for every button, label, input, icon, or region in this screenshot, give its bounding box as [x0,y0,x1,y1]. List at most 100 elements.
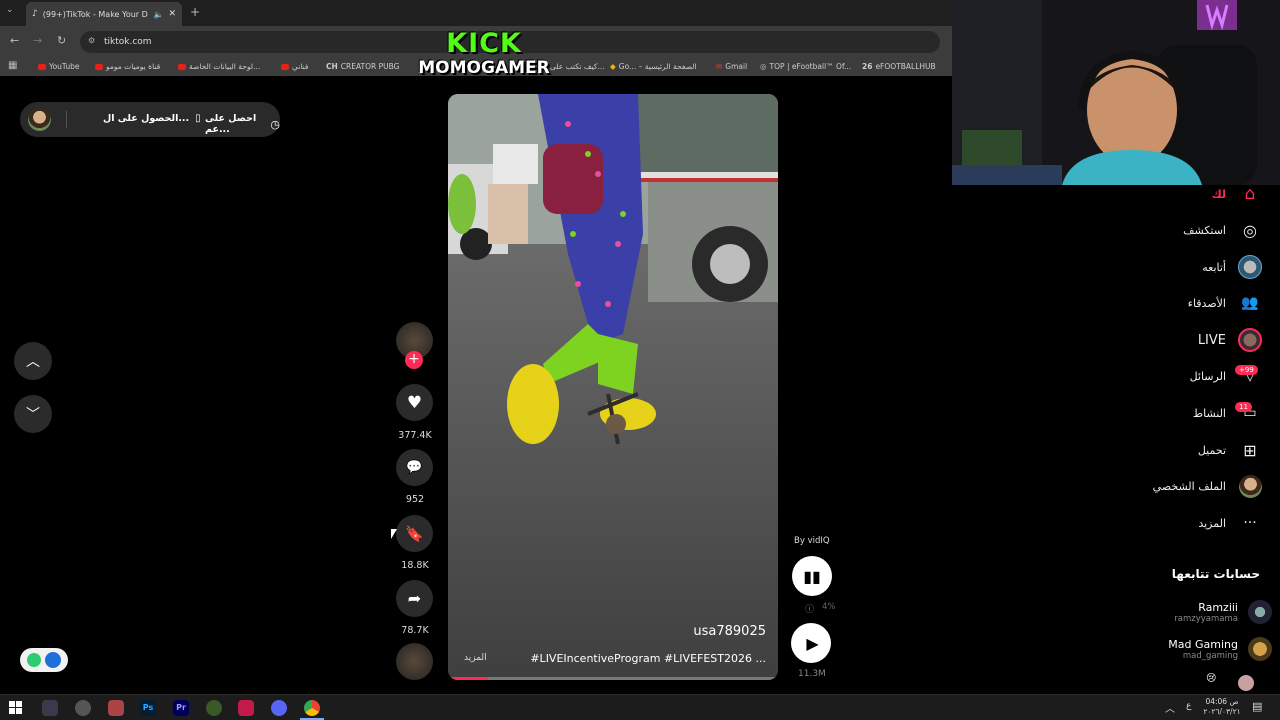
clock-date: ٢٠٢٦/٠٣/٢١ [1203,707,1241,716]
sidebar-item-profile[interactable]: الملف الشخصي [1153,474,1262,498]
sidebar-item-foryou[interactable]: لك ⌂ [1212,182,1262,206]
live-avatar-icon [1238,328,1262,352]
close-tab-icon[interactable]: ✕ [168,9,176,19]
music-disc-icon[interactable] [396,643,433,680]
compass-icon: ◎ [1243,220,1257,240]
sidebar-item-live[interactable]: LIVE [1198,328,1262,352]
app-taskbar-icon[interactable] [108,700,124,716]
share-count: 78.7K [401,625,429,636]
youtube-icon [95,63,103,70]
account-item[interactable]: Ramziii ramzyyamama [1174,597,1272,627]
windows-start-icon[interactable] [9,701,22,714]
streamer-name: MOMOGAMER [418,58,550,78]
previous-video-button[interactable]: ︿ [14,342,52,380]
chevron-up-icon: ︿ [26,354,40,370]
new-tab-icon[interactable]: + [190,5,200,19]
sidebar-item-upload[interactable]: تحميل ⊞ [1198,438,1262,462]
bookmark-item[interactable]: CH CREATOR PUBG [326,62,399,71]
sidebar-item-following[interactable]: أتابعه [1202,255,1262,279]
account-avatar-partial[interactable] [1238,675,1254,691]
chrome-taskbar-icon[interactable] [304,700,320,716]
bookmark-item[interactable]: كيف تكتب على... [550,62,605,71]
clock[interactable]: 04:06 ص ٢٠٢٦/٠٣/٢١ [1200,697,1244,717]
video-progress-track[interactable] [448,677,778,680]
bookmark-item[interactable]: لوحة البيانات الخاصة... [178,62,260,71]
account-avatar [1248,600,1272,624]
webcam-feed [952,0,1280,185]
bookmark-item[interactable]: ◆ Go... – الصفحة الرئيسية [610,62,696,71]
bookmark-item[interactable]: YouTube [38,62,80,71]
sidebar-item-friends[interactable]: الأصدقاء 👥 [1188,291,1262,315]
efootball-icon: ◎ [760,62,767,71]
chevron-down-icon: ﹀ [26,407,40,423]
friends-icon: 👥 [1241,295,1259,311]
next-video-button[interactable]: ﹀ [14,395,52,433]
follow-plus-icon[interactable]: + [405,351,423,369]
bookmark-item[interactable]: ✉ Gmail [716,62,747,71]
video-username[interactable]: usa789025 [693,624,766,639]
reload-icon[interactable]: ↻ [57,34,66,47]
share-button[interactable]: ➦ [396,580,433,617]
get-coins-button[interactable]: احصل على عم... ◷ [205,113,280,135]
youtube-icon [178,63,186,70]
creator-icon: CH [326,62,338,71]
pill-divider [66,111,67,128]
like-count: 377.4K [398,430,432,441]
url-text: tiktok.com [104,37,152,47]
bookmark-item[interactable]: 26 eFOOTBALLHUB [862,62,936,71]
speaker-icon[interactable]: 🔈 [153,10,163,19]
app-taskbar-icon[interactable] [42,700,58,716]
like-button[interactable]: ♥ [396,384,433,421]
top-action-pill: الحصول على ال... ▯ احصل على عم... ◷ [20,102,280,137]
bookmark-item[interactable]: فناني [281,62,308,71]
premiere-taskbar-icon[interactable]: Pr [173,700,189,716]
bookmark-item[interactable]: ◎ TOP | eFootball™ Of... [760,62,851,71]
tiktok-favicon-icon: ♪ [32,9,38,19]
apps-grid-icon[interactable]: ▦ [8,60,17,71]
coin-icon: ◷ [270,117,280,131]
sidebar-item-more[interactable]: المزيد ··· [1198,511,1262,535]
windows-taskbar: Ps Pr ︿ ع 04:06 ص ٢٠٢٦/٠٣/٢١ ▤ [0,694,1280,720]
tab-search-icon[interactable]: ⌄ [6,5,14,15]
get-app-button[interactable]: الحصول على ال... ▯ [103,113,201,124]
save-count: 18.8K [401,560,429,571]
browser-tab[interactable]: ♪ (99+)TikTok - Make Your D... 🔈 ✕ [26,2,182,26]
forward-icon[interactable]: → [33,34,42,47]
webcam-image [952,0,1280,185]
account-avatar [1248,637,1272,661]
account-item[interactable]: Mad Gaming mad_gaming [1168,634,1272,664]
obs-taskbar-icon[interactable] [75,700,91,716]
share-icon: ➦ [407,589,422,608]
more-icon: ··· [1243,515,1257,531]
activity-badge: 11 [1235,402,1252,412]
sidebar-item-explore[interactable]: استكشف ◎ [1183,218,1262,242]
app-taskbar-icon[interactable] [238,700,254,716]
save-button[interactable]: 🔖 [396,515,433,552]
language-indicator[interactable]: ع [1186,701,1191,711]
messages-badge: +99 [1235,365,1258,375]
user-avatar[interactable] [28,108,51,131]
back-icon[interactable]: ← [10,34,19,47]
site-info-icon[interactable]: ⚙ [88,36,95,45]
info-icon[interactable]: ⓘ [805,602,814,615]
notifications-icon[interactable]: ▤ [1252,700,1262,713]
vidiq-stats-button[interactable]: ▮▮ [792,556,832,596]
play-button[interactable]: ▶ [791,623,831,663]
video-frame [448,94,778,680]
browser-tab-bar: ⌄ ♪ (99+)TikTok - Make Your D... 🔈 ✕ + [0,0,952,26]
extension-widget[interactable] [20,648,68,672]
video-progress-fill [448,677,488,680]
upload-icon: ⊞ [1243,440,1257,460]
kick-logo-text: KICK [446,28,522,59]
discord-taskbar-icon[interactable] [271,700,287,716]
following-accounts-title: حسابات تتابعها [1171,567,1260,581]
comment-button[interactable]: 💬 [396,449,433,486]
youtube-icon [281,63,289,70]
phone-icon: ▯ [195,113,201,124]
bookmark-item[interactable]: قناة يوميات مومو [95,62,160,71]
caption-more-link[interactable]: المزيد [464,653,487,663]
video-player[interactable]: usa789025 #LIVEIncentiveProgram #LIVEFES… [448,94,778,680]
tray-chevron-icon[interactable]: ︿ [1165,700,1175,715]
app-taskbar-icon[interactable] [206,700,222,716]
photoshop-taskbar-icon[interactable]: Ps [140,700,156,716]
